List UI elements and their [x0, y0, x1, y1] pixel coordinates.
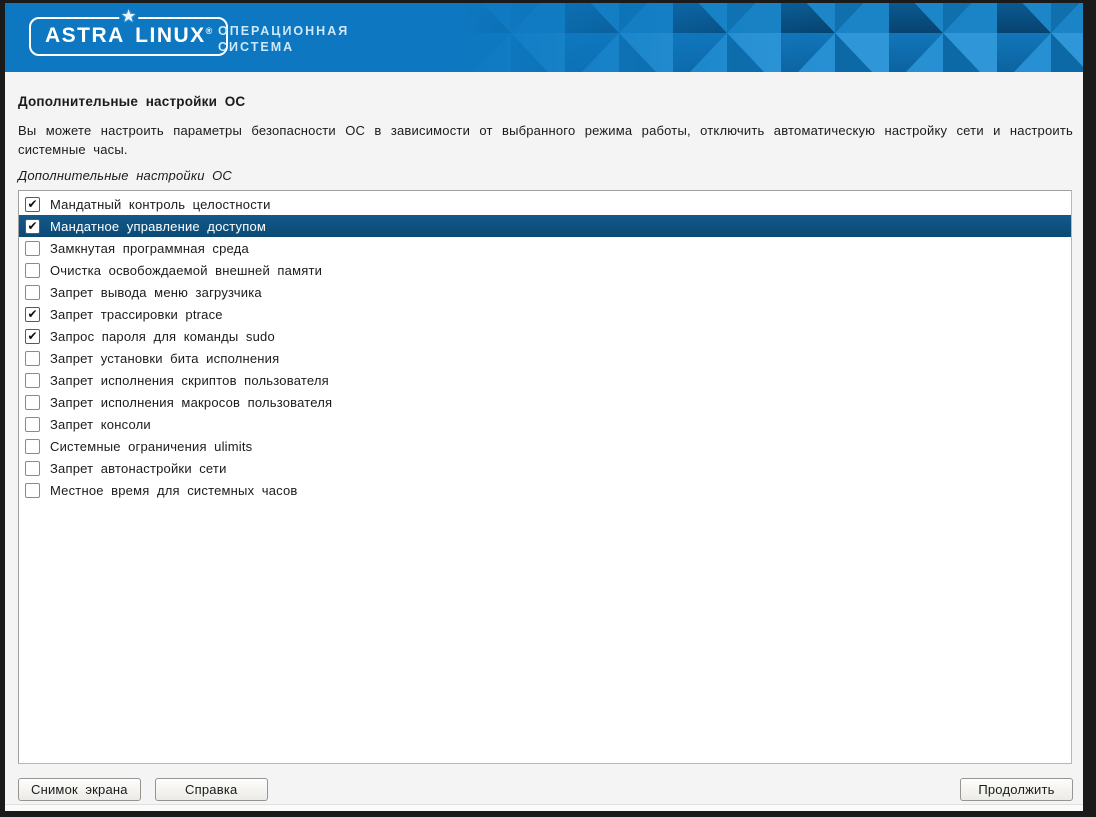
option-row[interactable]: Запрет автонастройки сети [19, 457, 1071, 479]
page-description: Вы можете настроить параметры безопаснос… [18, 121, 1073, 159]
option-row[interactable]: Запрет исполнения скриптов пользователя [19, 369, 1071, 391]
installer-window: ★ ASTRA LINUX® ОПЕРАЦИОННАЯ СИСТЕМА Допо… [5, 3, 1083, 811]
option-row[interactable]: ✔ Запрос пароля для команды sudo [19, 325, 1071, 347]
option-row[interactable]: Запрет установки бита исполнения [19, 347, 1071, 369]
brand-line-2: СИСТЕМА [218, 39, 349, 55]
checkbox[interactable]: ✔ [25, 219, 40, 234]
checkbox[interactable] [25, 439, 40, 454]
help-button[interactable]: Справка [155, 778, 268, 801]
footer-bar: Снимок экрана Справка Продолжить [5, 764, 1083, 804]
checkbox[interactable] [25, 373, 40, 388]
checkbox[interactable] [25, 483, 40, 498]
option-row[interactable]: Местное время для системных часов [19, 479, 1071, 501]
option-label: Запрет автонастройки сети [50, 461, 227, 476]
option-row[interactable]: Системные ограничения ulimits [19, 435, 1071, 457]
option-label: Местное время для системных часов [50, 483, 298, 498]
main-content: Дополнительные настройки ОС Вы можете на… [5, 72, 1083, 764]
checkbox[interactable]: ✔ [25, 329, 40, 344]
option-row[interactable]: Запрет исполнения макросов пользователя [19, 391, 1071, 413]
checkbox[interactable] [25, 395, 40, 410]
option-label: Запрет трассировки ptrace [50, 307, 223, 322]
checkbox[interactable]: ✔ [25, 197, 40, 212]
option-row[interactable]: Очистка освобождаемой внешней памяти [19, 259, 1071, 281]
option-label: Очистка освобождаемой внешней памяти [50, 263, 322, 278]
brand-line-1: ОПЕРАЦИОННАЯ [218, 23, 349, 39]
checkbox[interactable] [25, 417, 40, 432]
page-title: Дополнительные настройки ОС [18, 94, 1075, 109]
checkbox[interactable] [25, 285, 40, 300]
option-row[interactable]: ✔ Мандатный контроль целостности [19, 193, 1071, 215]
options-list[interactable]: ✔ Мандатный контроль целостности ✔ Манда… [18, 190, 1072, 764]
option-label: Системные ограничения ulimits [50, 439, 252, 454]
astra-linux-logo: ★ ASTRA LINUX® [29, 17, 228, 56]
header-geometric-pattern [403, 3, 1083, 72]
option-label: Запрет установки бита исполнения [50, 351, 279, 366]
option-row[interactable]: ✔ Запрет трассировки ptrace [19, 303, 1071, 325]
checkbox[interactable] [25, 263, 40, 278]
list-label: Дополнительные настройки ОС [18, 168, 1075, 183]
logo-text: ASTRA LINUX [45, 24, 206, 47]
checkbox[interactable] [25, 461, 40, 476]
checkbox[interactable] [25, 241, 40, 256]
continue-button[interactable]: Продолжить [960, 778, 1073, 801]
option-label: Запрет консоли [50, 417, 151, 432]
header-banner: ★ ASTRA LINUX® ОПЕРАЦИОННАЯ СИСТЕМА [5, 3, 1083, 72]
checkbox[interactable]: ✔ [25, 307, 40, 322]
option-row[interactable]: ✔ Мандатное управление доступом [19, 215, 1071, 237]
star-icon: ★ [119, 7, 138, 25]
option-row[interactable]: Запрет консоли [19, 413, 1071, 435]
option-row[interactable]: Замкнутая программная среда [19, 237, 1071, 259]
option-label: Запрет исполнения скриптов пользователя [50, 373, 329, 388]
option-row[interactable]: Запрет вывода меню загрузчика [19, 281, 1071, 303]
option-label: Мандатный контроль целостности [50, 197, 271, 212]
option-label: Запрос пароля для команды sudo [50, 329, 275, 344]
option-label: Запрет исполнения макросов пользователя [50, 395, 332, 410]
bottom-strip [5, 804, 1083, 811]
option-label: Запрет вывода меню загрузчика [50, 285, 262, 300]
registered-trademark: ® [206, 26, 213, 36]
option-label: Мандатное управление доступом [50, 219, 266, 234]
brand-text: ОПЕРАЦИОННАЯ СИСТЕМА [218, 23, 349, 55]
checkbox[interactable] [25, 351, 40, 366]
screenshot-button[interactable]: Снимок экрана [18, 778, 141, 801]
option-label: Замкнутая программная среда [50, 241, 249, 256]
